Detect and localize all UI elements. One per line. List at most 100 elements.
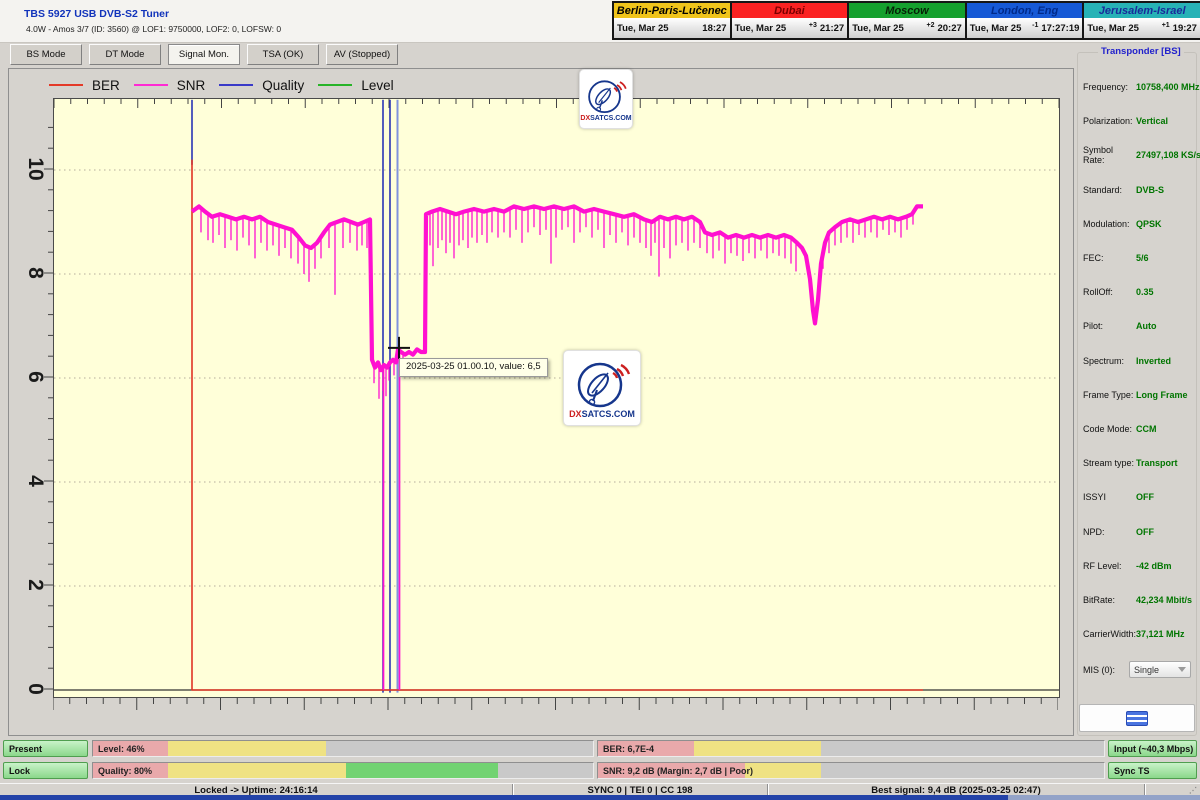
transponder-row-symbol-rate: Symbol Rate:27497,108 KS/s (1083, 138, 1196, 172)
field-value: CCM (1136, 424, 1157, 434)
world-clocks: Berlin-Paris-LučenecTue, Mar 2518:27Duba… (612, 1, 1200, 40)
field-value: 27497,108 KS/s (1136, 150, 1200, 160)
bar-label: BER: 6,7E-4 (603, 744, 654, 754)
title-bar: TBS 5927 USB DVB-S2 Tuner 4.0W - Amos 3/… (0, 0, 1200, 43)
field-label: FEC: (1083, 253, 1136, 263)
field-label: Symbol Rate: (1083, 145, 1136, 165)
field-label: Standard: (1083, 185, 1136, 195)
sync-ts-indicator: Sync TS (1108, 762, 1197, 779)
transponder-row-polarization: Polarization:Vertical (1083, 104, 1196, 138)
field-value: OFF (1136, 527, 1154, 537)
clock-hhmm: 19:27 (1173, 23, 1197, 34)
input-indicator: Input (~40,3 Mbps) (1108, 740, 1197, 757)
snapshot-icon (1126, 711, 1148, 726)
field-label: BitRate: (1083, 595, 1136, 605)
signal-row-present: Present Input (~40,3 Mbps) Level: 46%BER… (0, 739, 1200, 760)
transponder-rows: Frequency:10758,400 MHzPolarization:Vert… (1083, 70, 1196, 651)
bar-label: Level: 46% (98, 744, 145, 754)
bar-label: Quality: 80% (98, 766, 152, 776)
bottom-blue-strip-light (1008, 795, 1200, 800)
legend-swatch (49, 84, 83, 86)
clock-date: Tue, Mar 25 (970, 23, 1022, 34)
legend-swatch (219, 84, 253, 86)
field-value: QPSK (1136, 219, 1162, 229)
mis-selected-value: Single (1134, 665, 1159, 675)
field-label: Code Mode: (1083, 424, 1136, 434)
legend-item-snr: SNR (134, 78, 206, 93)
mis-label: MIS (0): (1083, 665, 1129, 675)
clock-city: Jerusalem-Israel (1084, 3, 1200, 18)
field-label: RollOff: (1083, 287, 1136, 297)
clock-city: Moscow (849, 3, 965, 18)
field-value: DVB-S (1136, 185, 1164, 195)
field-value: 0.35 (1136, 287, 1154, 297)
watermark-text: DXSATCS.COM (580, 115, 631, 122)
clock-date: Tue, Mar 25 (617, 23, 669, 34)
clock-utc-offset: -1 (1021, 22, 1041, 29)
lock-indicator: Lock (3, 762, 88, 779)
tab-bar: BS Mode DT Mode Signal Mon. TSA (OK) AV (Sto… (0, 44, 1200, 67)
transponder-panel: Transponder [BS] Frequency:10758,400 MHz… (1076, 44, 1198, 738)
mis-select[interactable]: Single (1129, 661, 1191, 678)
transponder-row-rf-level: RF Level:-42 dBm (1083, 549, 1196, 583)
tab-bs-mode[interactable]: BS Mode (10, 44, 82, 65)
clock-utc-offset: +2 (904, 22, 938, 29)
transponder-row-fec: FEC:5/6 (1083, 241, 1196, 275)
field-value: 10758,400 MHz (1136, 82, 1200, 92)
clock-berlin-paris-lu-enec: Berlin-Paris-LučenecTue, Mar 2518:27 (614, 3, 730, 38)
field-value: 37,121 MHz (1136, 629, 1185, 639)
clock-hhmm: 17:27:19 (1041, 23, 1079, 34)
clock-london-eng: London, EngTue, Mar 25-117:27:19 (967, 3, 1083, 38)
legend-label: SNR (177, 78, 206, 93)
clock-date: Tue, Mar 25 (1087, 23, 1139, 34)
field-label: Polarization: (1083, 116, 1136, 126)
legend-item-level: Level (318, 78, 393, 93)
y-axis-label: 10 (26, 149, 44, 189)
clock-utc-offset: +3 (786, 22, 820, 29)
transponder-row-pilot: Pilot:Auto (1083, 309, 1196, 343)
signal-plot[interactable] (53, 98, 1060, 698)
bar-zone (346, 763, 499, 778)
satellite-dish-icon (584, 77, 628, 115)
legend-swatch (318, 84, 352, 86)
tab-dt-mode[interactable]: DT Mode (89, 44, 161, 65)
signal-row-lock: Lock Sync TS Quality: 80% SNR: 9,2 dB (Ma… (0, 761, 1200, 782)
clock-time: Tue, Mar 25+321:27 (732, 18, 848, 38)
clock-hhmm: 20:27 (937, 23, 961, 34)
transponder-title: Transponder [BS] (1098, 46, 1184, 57)
bar-zone (745, 763, 821, 778)
field-value: Long Frame (1136, 390, 1188, 400)
field-label: CarrierWidth: (1083, 629, 1136, 639)
signal-bar-snr: SNR: 9,2 dB (Margin: 2,7 dB | Poor) (597, 762, 1105, 779)
transponder-row-code-mode: Code Mode:CCM (1083, 412, 1196, 446)
bar-zone (694, 741, 821, 756)
clock-hhmm: 18:27 (702, 23, 726, 34)
clock-utc-offset: +1 (1139, 22, 1173, 29)
tab-tsa-ok[interactable]: TSA (OK) (247, 44, 319, 65)
snapshot-button[interactable] (1079, 704, 1195, 732)
legend-label: BER (92, 78, 120, 93)
satellite-dish-icon (572, 358, 632, 410)
field-label: Stream type: (1083, 458, 1136, 468)
transponder-row-modulation: Modulation:QPSK (1083, 207, 1196, 241)
signal-bar-ber: BER: 6,7E-4 (597, 740, 1105, 757)
y-axis-label: 2 (26, 565, 44, 605)
transponder-row-rolloff: RollOff:0.35 (1083, 275, 1196, 309)
tab-signal-mon[interactable]: Signal Mon. (168, 44, 240, 65)
dxsatcs-watermark-small: DXSATCS.COM (579, 69, 633, 129)
y-axis-label: 0 (26, 669, 44, 709)
bar-label: SNR: 9,2 dB (Margin: 2,7 dB | Poor) (603, 766, 753, 776)
transponder-row-spectrum: Spectrum:Inverted (1083, 344, 1196, 378)
field-value: 42,234 Mbit/s (1136, 595, 1192, 605)
app-title: TBS 5927 USB DVB-S2 Tuner (24, 8, 169, 20)
tab-av-stopped[interactable]: AV (Stopped) (326, 44, 398, 65)
clock-moscow: MoscowTue, Mar 25+220:27 (849, 3, 965, 38)
y-axis-label: 8 (26, 253, 44, 293)
clock-dubai: DubaiTue, Mar 25+321:27 (732, 3, 848, 38)
clock-jerusalem-israel: Jerusalem-IsraelTue, Mar 25+119:27 (1084, 3, 1200, 38)
legend-swatch (134, 84, 168, 86)
transponder-row-npd: NPD:OFF (1083, 514, 1196, 548)
clock-date: Tue, Mar 25 (735, 23, 787, 34)
clock-time: Tue, Mar 25+119:27 (1084, 18, 1200, 38)
y-axis-label: 6 (26, 357, 44, 397)
